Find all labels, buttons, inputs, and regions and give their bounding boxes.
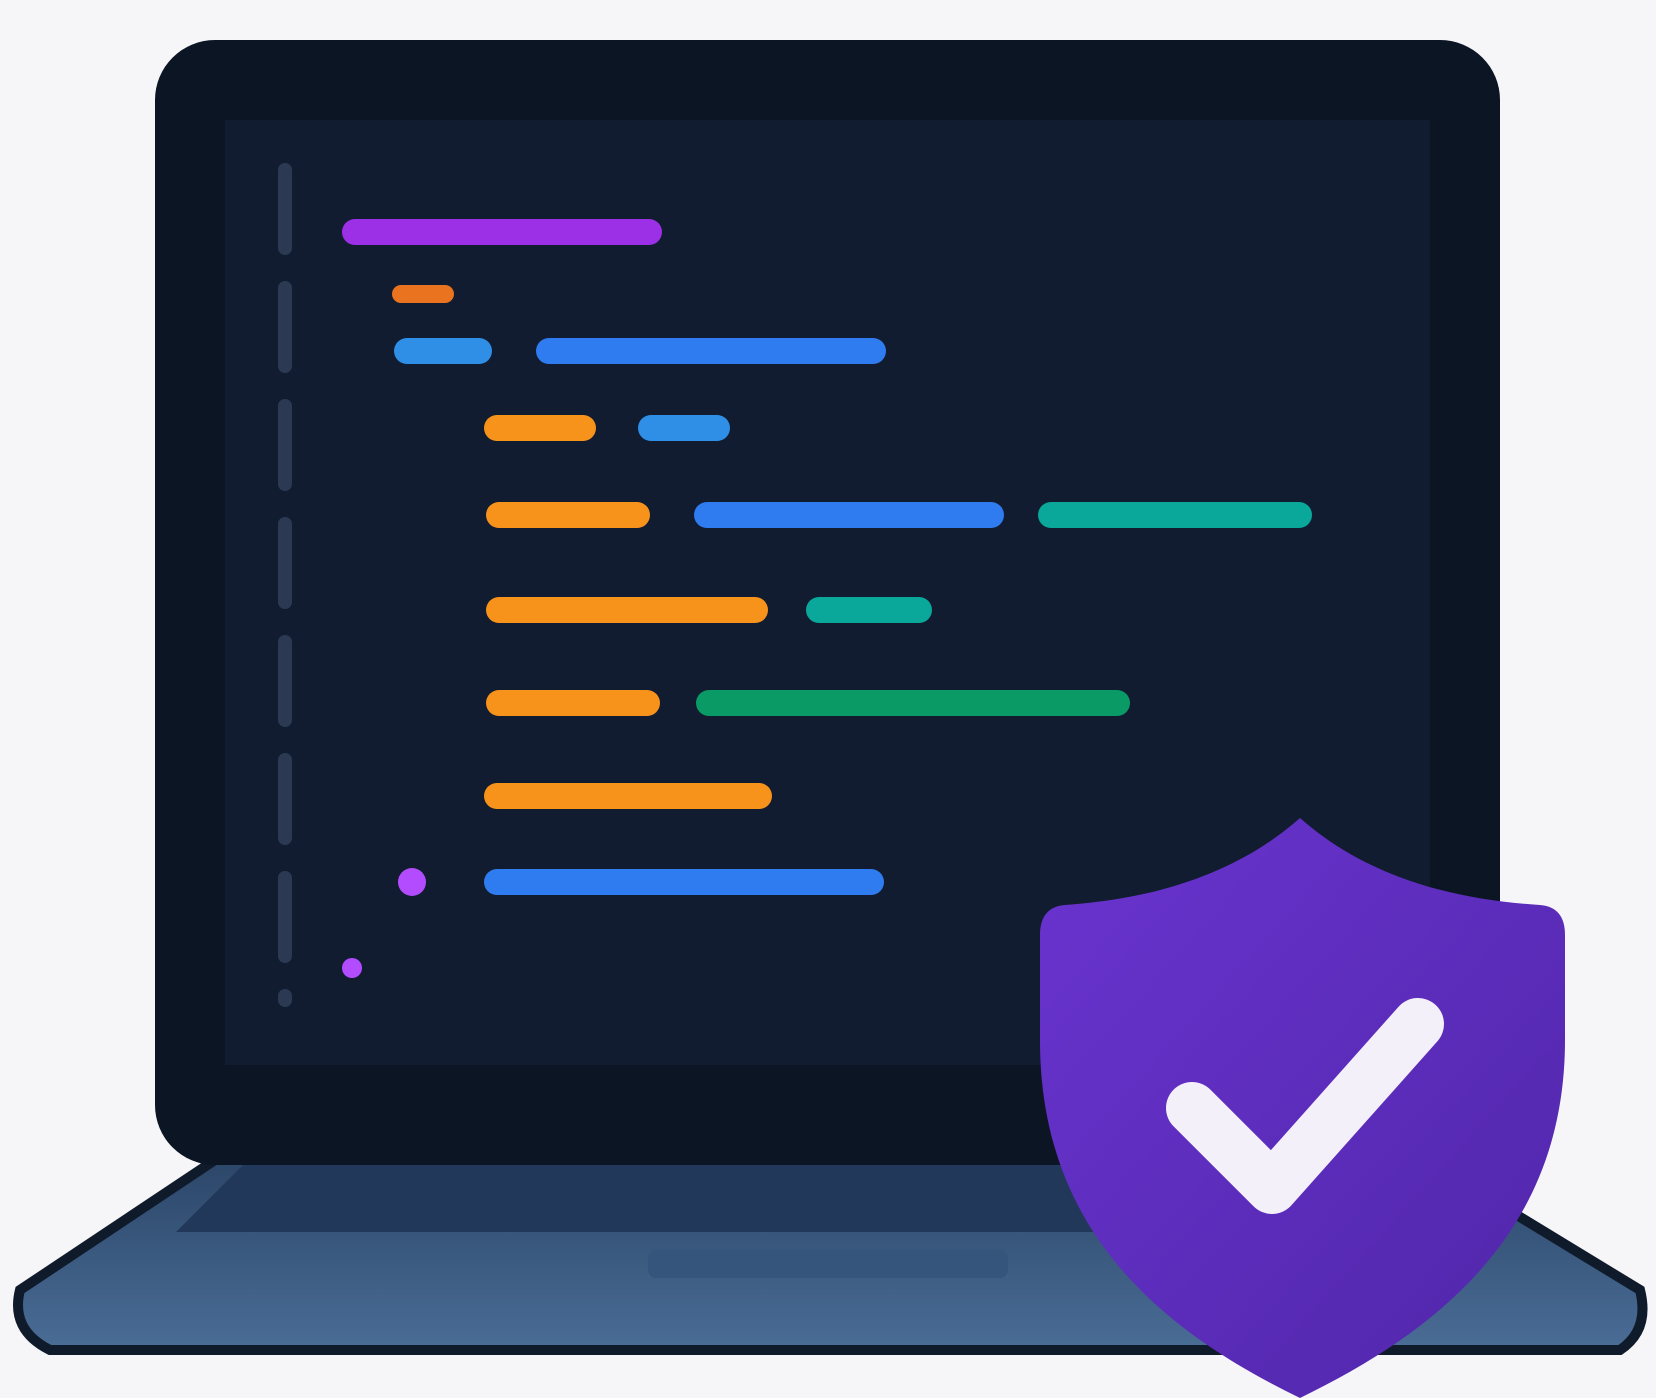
- code-token-bar: [696, 690, 1130, 716]
- code-token-bar: [484, 869, 884, 895]
- code-token-bar: [392, 285, 454, 303]
- code-token-bar: [536, 338, 886, 364]
- code-token-bar: [484, 783, 772, 809]
- laptop-security-illustration: [13, 40, 1648, 1398]
- code-token-bar: [1038, 502, 1312, 528]
- code-token-bar: [394, 338, 492, 364]
- code-token-bar: [638, 415, 730, 441]
- code-token-bar: [486, 690, 660, 716]
- code-bullet-dot: [342, 958, 362, 978]
- code-token-bar: [486, 597, 768, 623]
- code-token-bar: [694, 502, 1004, 528]
- code-token-bar: [342, 219, 662, 245]
- code-token-bar: [484, 415, 596, 441]
- code-token-bar: [486, 502, 650, 528]
- code-token-bar: [806, 597, 932, 623]
- code-bullet-dot: [398, 868, 426, 896]
- trackpad: [648, 1250, 1008, 1278]
